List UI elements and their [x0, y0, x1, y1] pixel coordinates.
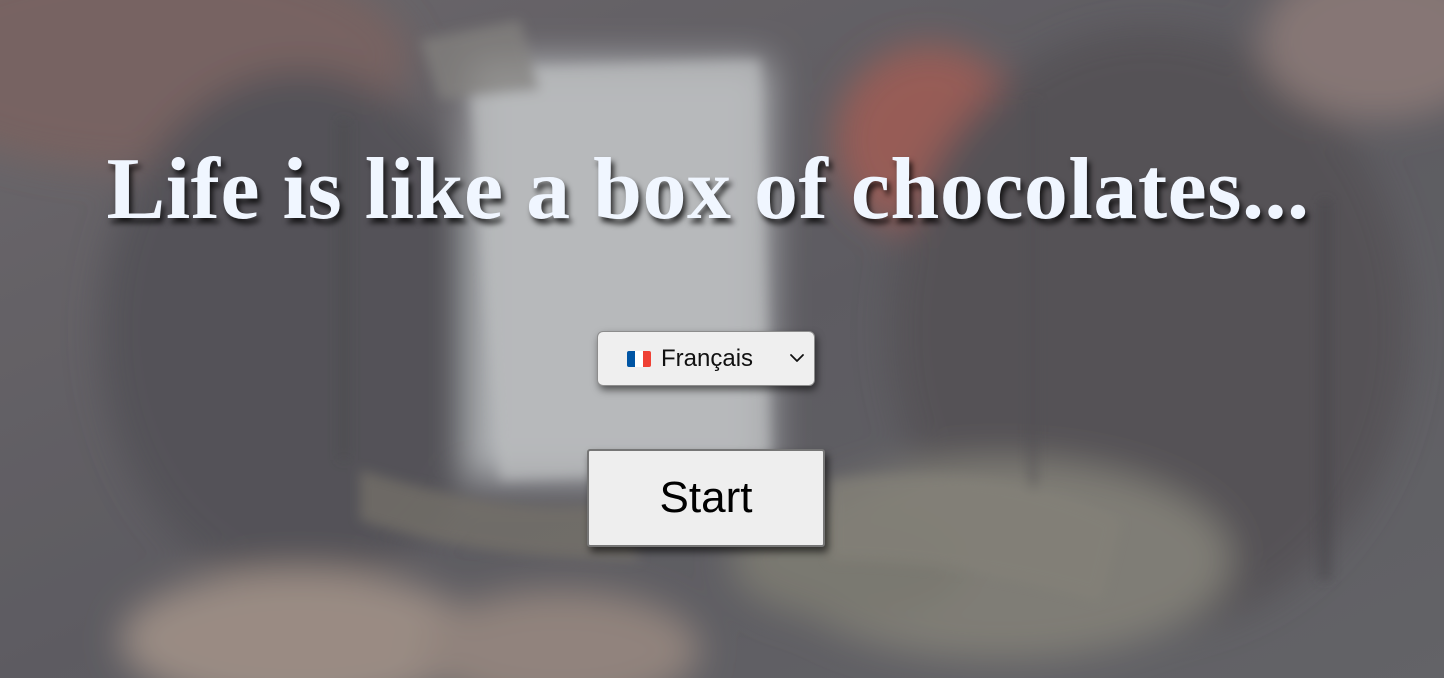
france-flag-icon — [627, 350, 651, 367]
start-button[interactable]: Start — [587, 449, 825, 547]
language-select[interactable]: Français — [597, 331, 815, 386]
language-select-value: Français — [661, 344, 754, 372]
page-title: Life is like a box of chocolates... — [106, 141, 1310, 238]
chevron-down-icon — [790, 354, 804, 362]
landing-page: Life is like a box of chocolates... Fran… — [0, 0, 1444, 678]
